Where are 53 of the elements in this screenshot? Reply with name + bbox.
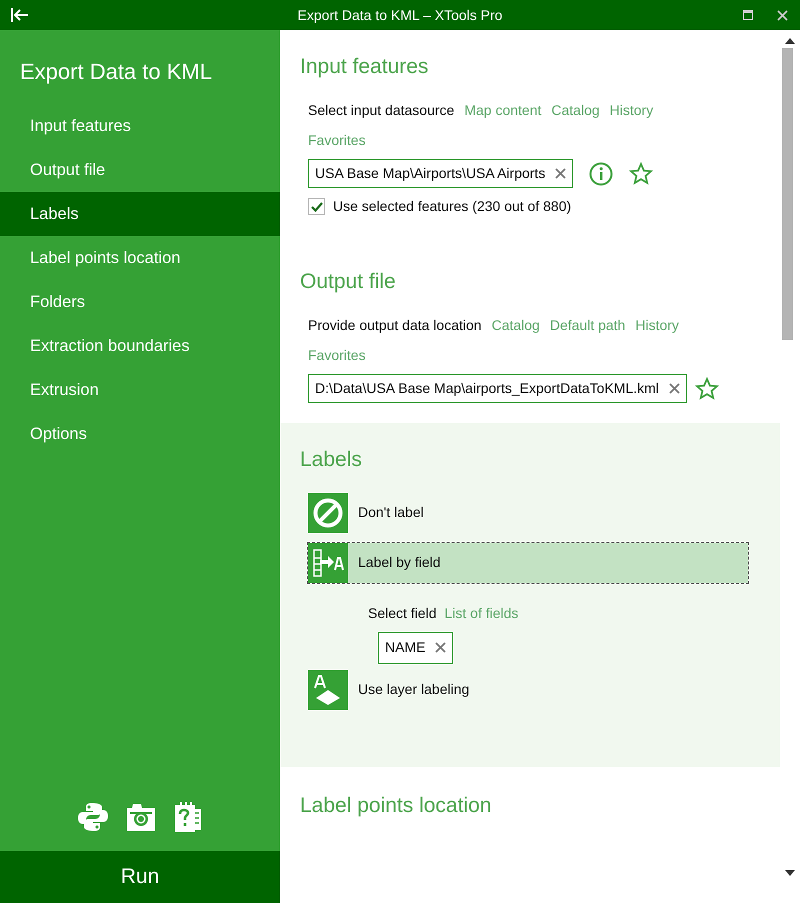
section-heading: Output file — [300, 269, 397, 294]
link[interactable]: List of fields — [444, 602, 518, 624]
prompt-text: Select field — [368, 604, 436, 623]
datasource-field[interactable]: USA Base Map\Airports\USA Airports — [308, 159, 574, 188]
help-notebook-icon[interactable] — [173, 801, 203, 833]
close-icon[interactable] — [777, 10, 788, 21]
section-heading: Input features — [300, 54, 430, 80]
sidebar-item[interactable]: Extraction boundaries — [0, 324, 280, 368]
link[interactable]: Catalog — [492, 314, 540, 336]
link[interactable]: History — [635, 314, 679, 336]
link[interactable]: Favorites — [308, 129, 366, 152]
no-label-icon — [308, 492, 348, 533]
label-option[interactable]: Use layer labeling — [308, 670, 748, 710]
link[interactable]: History — [610, 99, 654, 122]
section-heading: Labels — [300, 447, 363, 473]
prompt-text: Provide output data location — [308, 316, 482, 336]
label-option[interactable]: Don't label — [308, 492, 748, 533]
maximize-icon[interactable] — [743, 10, 753, 20]
collapse-icon[interactable] — [11, 8, 29, 22]
link[interactable]: Catalog — [551, 99, 600, 122]
link[interactable]: Map content — [464, 99, 542, 122]
sidebar-item[interactable]: Folders — [0, 280, 280, 324]
section-heading: Label points location — [300, 793, 492, 819]
clear-icon[interactable] — [555, 168, 566, 180]
layer-labeling-icon — [308, 670, 348, 710]
run-button[interactable]: Run — [0, 851, 280, 903]
scroll-down-icon[interactable] — [785, 870, 795, 876]
checkbox[interactable] — [308, 198, 325, 216]
sidebar-item[interactable]: Input features — [0, 104, 280, 148]
link[interactable]: Default path — [550, 314, 626, 336]
sidebar-item[interactable]: Labels — [0, 192, 280, 236]
favorite-star-icon[interactable] — [694, 376, 719, 401]
window-title: Export Data to KML – XTools Pro — [298, 6, 502, 25]
link[interactable]: Favorites — [308, 344, 366, 366]
prompt-text: Select input datasource — [308, 101, 454, 120]
scrollbar-thumb[interactable] — [782, 48, 793, 340]
scroll-up-icon[interactable] — [785, 38, 795, 44]
python-icon[interactable] — [77, 801, 109, 833]
sidebar-item[interactable]: Options — [0, 412, 280, 456]
checkbox-label: Use selected features (230 out of 880) — [333, 197, 572, 216]
output-path-field[interactable]: D:\Data\USA Base Map\airports_ExportDataToKML.kml — [308, 374, 687, 404]
favorite-star-icon[interactable] — [629, 162, 654, 186]
field-to-label-icon — [308, 542, 348, 583]
sidebar-item[interactable]: Output file — [0, 148, 280, 192]
field-tag[interactable]: NAME — [378, 632, 454, 664]
clear-icon[interactable] — [668, 383, 680, 394]
sidebar-item[interactable]: Extrusion — [0, 368, 280, 412]
clear-icon[interactable] — [435, 642, 446, 654]
camera-icon[interactable] — [125, 801, 157, 833]
label-option[interactable]: Label by field — [308, 542, 748, 583]
sidebar-item[interactable]: Label points location — [0, 236, 280, 280]
info-icon[interactable] — [589, 162, 614, 186]
sidebar-title: Export Data to KML — [19, 58, 213, 86]
